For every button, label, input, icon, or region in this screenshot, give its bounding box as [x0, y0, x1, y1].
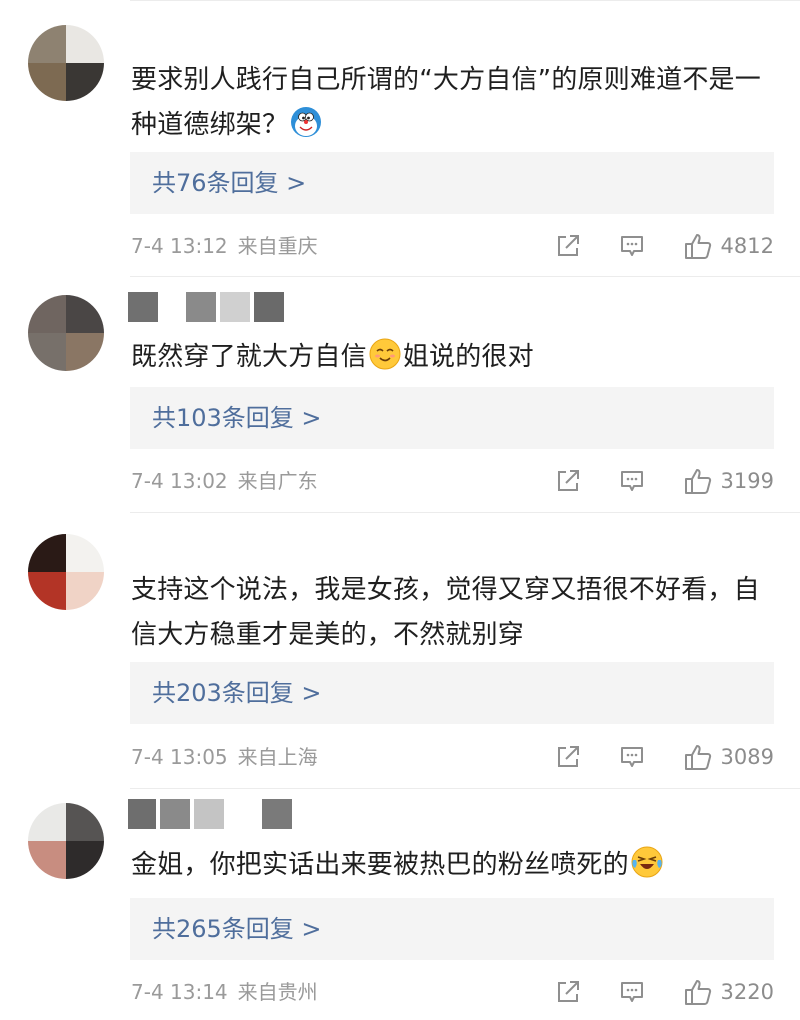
like-count: 3220 [720, 980, 774, 1004]
thumbs-up-icon[interactable] [683, 977, 713, 1007]
like-count: 3199 [720, 469, 774, 493]
comment-icon[interactable] [619, 744, 645, 770]
like-count: 4812 [720, 234, 774, 258]
thumbs-up-icon[interactable] [683, 742, 713, 772]
divider [130, 512, 800, 513]
comment-text: 要求别人践行自己所谓的“大方自信”的原则难道不是一种道德绑架？ [131, 65, 761, 140]
view-replies-button[interactable]: 共265条回复 > [130, 898, 774, 960]
comment-icon[interactable] [619, 468, 645, 494]
view-replies-button[interactable]: 共76条回复 > [130, 152, 774, 214]
thumbs-up-icon[interactable] [683, 231, 713, 261]
share-icon[interactable] [555, 468, 581, 494]
avatar[interactable] [28, 25, 104, 101]
comment-icon[interactable] [619, 979, 645, 1005]
divider [130, 276, 800, 277]
timestamp: 7-4 13:05 [131, 745, 228, 769]
share-icon[interactable] [555, 744, 581, 770]
comment-icon[interactable] [619, 233, 645, 259]
comment-text: 支持这个说法，我是女孩，觉得又穿又捂很不好看，自信大方稳重才是美的，不然就别穿 [131, 575, 760, 650]
share-icon[interactable] [555, 979, 581, 1005]
comment-text: 既然穿了就大方自信 姐说的很对 [131, 335, 771, 380]
location: 来自上海 [237, 745, 318, 769]
doraemon-emoji-icon [290, 106, 322, 138]
thumbs-up-icon[interactable] [683, 466, 713, 496]
username-blurred[interactable] [128, 292, 284, 322]
comment-meta: 7-4 13:12 来自重庆 [131, 231, 318, 261]
comment-actions: 3220 [555, 977, 774, 1007]
smile-emoji-icon [369, 338, 401, 370]
laugh-cry-emoji-icon [631, 846, 663, 878]
comment-meta: 7-4 13:05 来自上海 [131, 742, 318, 772]
divider [130, 788, 800, 789]
top-divider [130, 0, 800, 1]
timestamp: 7-4 13:14 [131, 980, 228, 1004]
like-count: 3089 [720, 745, 774, 769]
timestamp: 7-4 13:02 [131, 469, 228, 493]
avatar[interactable] [28, 534, 104, 610]
location: 来自重庆 [237, 234, 318, 258]
comment-actions: 3089 [555, 742, 774, 772]
location: 来自贵州 [237, 980, 318, 1004]
avatar[interactable] [28, 803, 104, 879]
view-replies-button[interactable]: 共203条回复 > [130, 662, 774, 724]
avatar[interactable] [28, 295, 104, 371]
share-icon[interactable] [555, 233, 581, 259]
comment-meta: 7-4 13:14 来自贵州 [131, 977, 318, 1007]
comment-actions: 4812 [555, 231, 774, 261]
comment-text: 金姐，你把实话出来要被热巴的粉丝喷死的 [131, 843, 771, 888]
location: 来自广东 [237, 469, 318, 493]
comment-meta: 7-4 13:02 来自广东 [131, 466, 318, 496]
username-blurred[interactable] [128, 799, 292, 829]
comment-actions: 3199 [555, 466, 774, 496]
timestamp: 7-4 13:12 [131, 234, 228, 258]
view-replies-button[interactable]: 共103条回复 > [130, 387, 774, 449]
